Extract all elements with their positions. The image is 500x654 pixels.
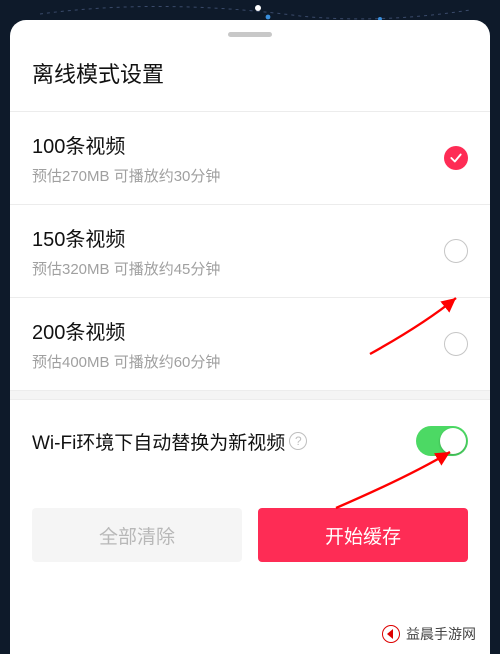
watermark: 益晨手游网 (382, 624, 476, 644)
radio-selected-icon[interactable] (444, 146, 468, 170)
option-subtitle: 预估320MB 可播放约45分钟 (32, 258, 220, 279)
option-title: 200条视频 (32, 316, 220, 345)
option-title: 150条视频 (32, 223, 220, 252)
sheet-title: 离线模式设置 (10, 37, 490, 111)
wifi-toggle[interactable] (416, 426, 468, 456)
wifi-auto-replace-row: Wi-Fi环境下自动替换为新视频 ? (10, 400, 490, 482)
button-bar: 全部清除 开始缓存 (10, 494, 490, 562)
radio-unselected-icon[interactable] (444, 332, 468, 356)
clear-all-button[interactable]: 全部清除 (32, 508, 242, 562)
settings-sheet: 离线模式设置 100条视频 预估270MB 可播放约30分钟 150条视频 预估… (10, 20, 490, 654)
video-count-options: 100条视频 预估270MB 可播放约30分钟 150条视频 预估320MB 可… (10, 111, 490, 390)
option-150[interactable]: 150条视频 预估320MB 可播放约45分钟 (10, 204, 490, 297)
watermark-text: 益晨手游网 (406, 624, 476, 644)
option-subtitle: 预估270MB 可播放约30分钟 (32, 165, 220, 186)
wifi-label: Wi-Fi环境下自动替换为新视频 (32, 428, 285, 455)
section-divider (10, 390, 490, 400)
watermark-logo-icon (382, 625, 400, 643)
option-100[interactable]: 100条视频 预估270MB 可播放约30分钟 (10, 111, 490, 204)
option-200[interactable]: 200条视频 预估400MB 可播放约60分钟 (10, 297, 490, 390)
option-subtitle: 预估400MB 可播放约60分钟 (32, 351, 220, 372)
help-icon[interactable]: ? (289, 432, 307, 450)
radio-unselected-icon[interactable] (444, 239, 468, 263)
option-title: 100条视频 (32, 130, 220, 159)
start-cache-button[interactable]: 开始缓存 (258, 508, 468, 562)
switch-knob (440, 428, 466, 454)
